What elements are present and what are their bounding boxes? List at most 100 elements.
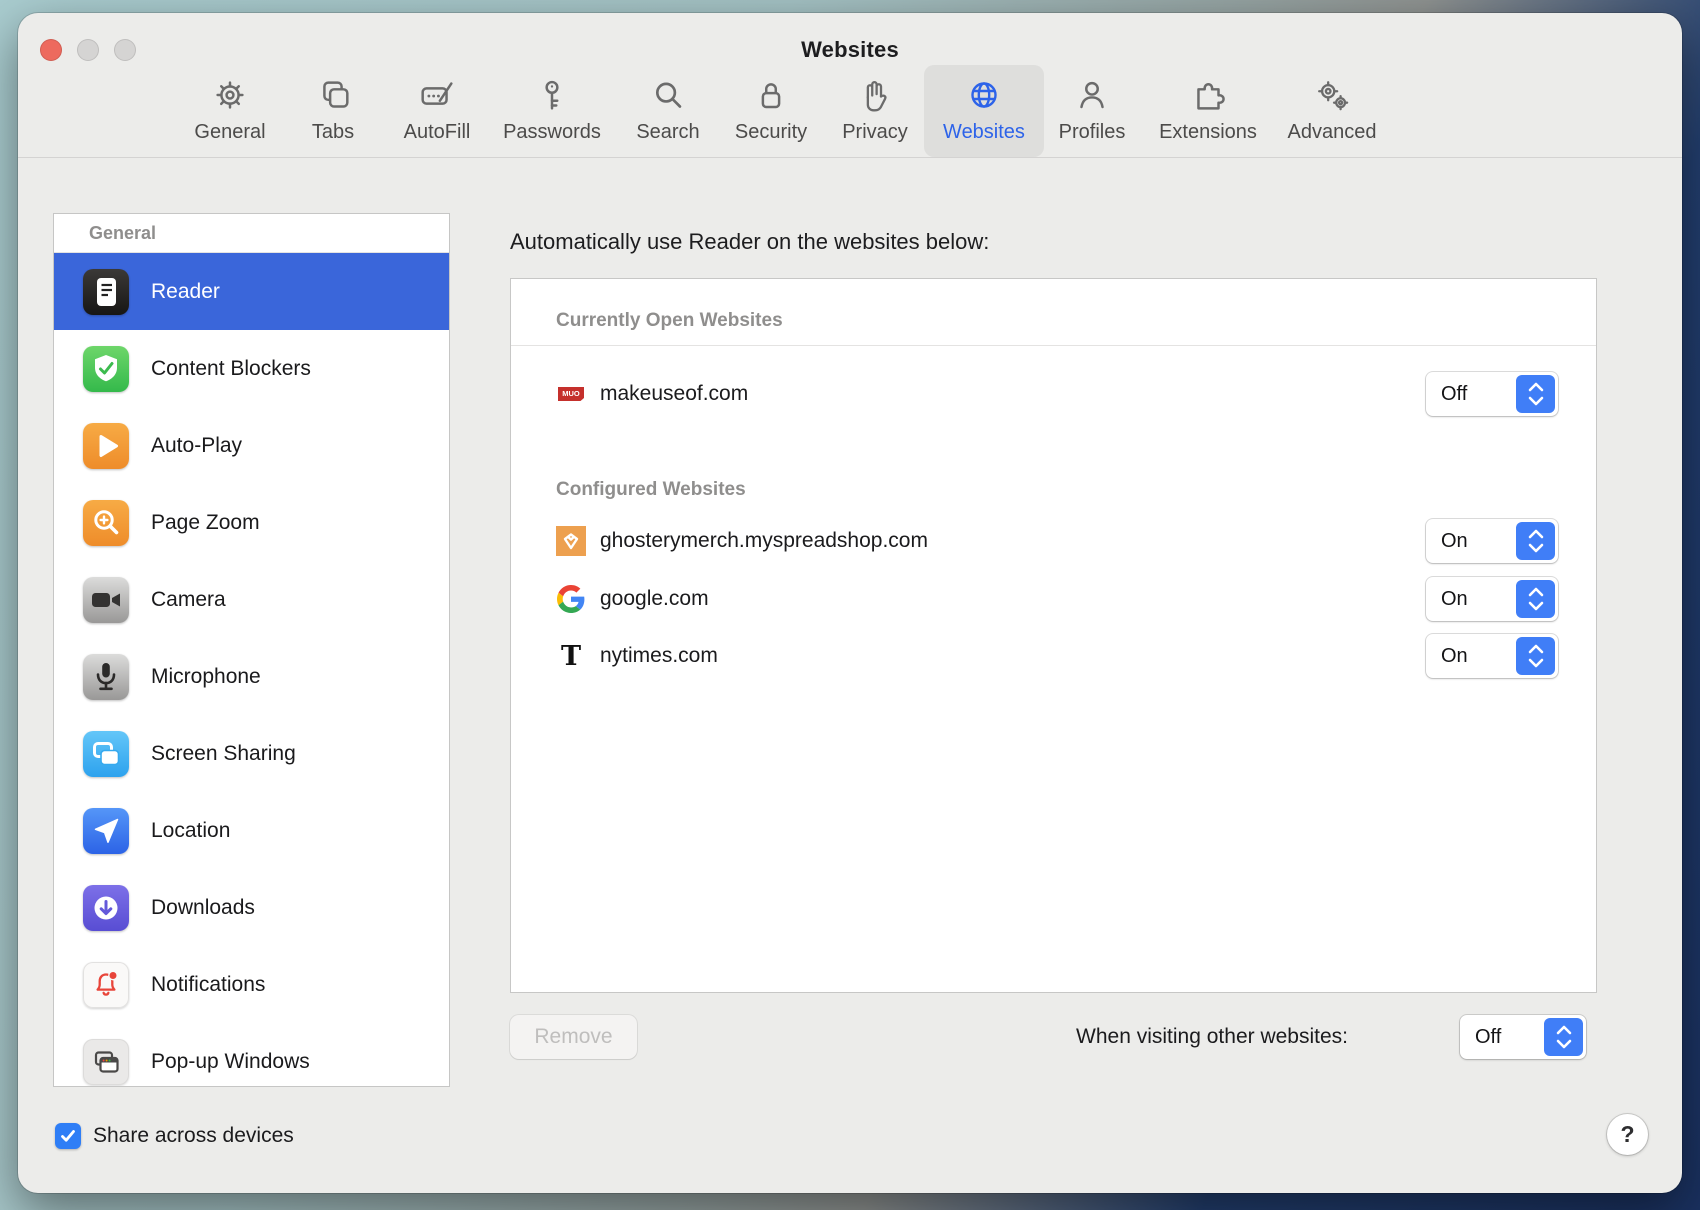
tab-extensions[interactable]: Extensions [1148, 65, 1268, 157]
dropdown-value: On [1426, 588, 1468, 611]
sidebar-item-reader[interactable]: Reader [54, 253, 449, 330]
tab-advanced[interactable]: Advanced [1272, 65, 1392, 157]
site-name: google.com [600, 587, 709, 611]
site-row-nytimes[interactable]: T nytimes.com [556, 641, 718, 671]
screen-sharing-icon [83, 731, 129, 777]
lock-icon [748, 73, 794, 119]
chevron-up-down-icon [1516, 522, 1555, 560]
gears-icon [1309, 73, 1355, 119]
reader-setting-ghosterymerch[interactable]: On [1426, 519, 1558, 563]
websites-list: Currently Open Websites MUO makeuseof.co… [510, 278, 1597, 993]
site-name: ghosterymerch.myspreadshop.com [600, 529, 928, 553]
sidebar-item-camera[interactable]: Camera [54, 561, 449, 638]
site-name: makeuseof.com [600, 382, 748, 406]
sidebar-section-header: General [54, 214, 449, 253]
dropdown-value: On [1426, 645, 1468, 668]
tab-tabs[interactable]: Tabs [273, 65, 393, 157]
downloads-icon [83, 885, 129, 931]
hand-icon [852, 73, 898, 119]
muo-favicon: MUO [556, 379, 586, 409]
sidebar-item-location[interactable]: Location [54, 792, 449, 869]
tab-passwords-label: Passwords [503, 121, 601, 144]
tab-privacy-label: Privacy [842, 121, 908, 144]
remove-button[interactable]: Remove [510, 1015, 637, 1059]
key-icon [529, 73, 575, 119]
tab-passwords[interactable]: Passwords [492, 65, 612, 157]
tab-security[interactable]: Security [711, 65, 831, 157]
dropdown-value: On [1426, 530, 1468, 553]
tab-websites-label: Websites [943, 121, 1025, 144]
tabs-icon [310, 73, 356, 119]
sidebar-item-pop-up-windows[interactable]: Pop-up Windows [54, 1023, 449, 1087]
checkbox-checked-icon[interactable] [55, 1123, 81, 1149]
sidebar-item-notifications[interactable]: Notifications [54, 946, 449, 1023]
globe-icon [961, 73, 1007, 119]
chevron-up-down-icon [1516, 580, 1555, 618]
sidebar-item-auto-play[interactable]: Auto-Play [54, 407, 449, 484]
sidebar-item-screen-sharing[interactable]: Screen Sharing [54, 715, 449, 792]
microphone-icon [83, 654, 129, 700]
site-name: nytimes.com [600, 644, 718, 668]
sidebar-item-label: Location [151, 819, 230, 843]
share-label: Share across devices [93, 1124, 294, 1148]
tab-general[interactable]: General [170, 65, 290, 157]
autofill-icon [414, 73, 460, 119]
sidebar-item-microphone[interactable]: Microphone [54, 638, 449, 715]
chevron-up-down-icon [1516, 375, 1555, 413]
gear-icon [207, 73, 253, 119]
share-across-devices[interactable]: Share across devices [55, 1123, 294, 1149]
page-title: Automatically use Reader on the websites… [510, 229, 989, 255]
sidebar-item-label: Auto-Play [151, 434, 242, 458]
sidebar-item-label: Reader [151, 280, 220, 304]
tab-search-label: Search [636, 121, 699, 144]
tab-security-label: Security [735, 121, 807, 144]
nytimes-favicon: T [556, 641, 586, 671]
site-row-ghosterymerch[interactable]: ghosterymerch.myspreadshop.com [556, 526, 928, 556]
tab-autofill-label: AutoFill [404, 121, 471, 144]
tab-search[interactable]: Search [608, 65, 728, 157]
reader-setting-google[interactable]: On [1426, 577, 1558, 621]
puzzle-icon [1185, 73, 1231, 119]
sidebar-item-label: Pop-up Windows [151, 1050, 310, 1074]
toolbar-divider [18, 157, 1682, 158]
section-header-configured: Configured Websites [556, 479, 746, 501]
sidebar-item-label: Camera [151, 588, 226, 612]
spreadshop-favicon [556, 526, 586, 556]
help-button[interactable]: ? [1607, 1114, 1648, 1155]
sidebar-item-label: Screen Sharing [151, 742, 296, 766]
tab-profiles-label: Profiles [1059, 121, 1126, 144]
tab-autofill[interactable]: AutoFill [377, 65, 497, 157]
tab-advanced-label: Advanced [1288, 121, 1377, 144]
sidebar-item-label: Content Blockers [151, 357, 311, 381]
location-icon [83, 808, 129, 854]
sidebar-item-label: Downloads [151, 896, 255, 920]
dropdown-value: Off [1426, 383, 1467, 406]
sidebar-item-label: Page Zoom [151, 511, 260, 535]
svg-text:MUO: MUO [562, 389, 580, 398]
tab-general-label: General [194, 121, 265, 144]
reader-setting-nytimes[interactable]: On [1426, 634, 1558, 678]
sidebar-item-label: Microphone [151, 665, 261, 689]
sidebar-item-downloads[interactable]: Downloads [54, 869, 449, 946]
section-divider [511, 345, 1596, 346]
sidebar-item-page-zoom[interactable]: Page Zoom [54, 484, 449, 561]
reader-setting-makeuseof[interactable]: Off [1426, 372, 1558, 416]
site-row-makeuseof[interactable]: MUO makeuseof.com [556, 379, 748, 409]
reader-icon [83, 269, 129, 315]
when-visiting-setting[interactable]: Off [1460, 1015, 1586, 1059]
tab-profiles[interactable]: Profiles [1032, 65, 1152, 157]
section-header-currently-open: Currently Open Websites [556, 310, 783, 332]
tab-privacy[interactable]: Privacy [815, 65, 935, 157]
dropdown-value: Off [1460, 1026, 1501, 1049]
auto-play-icon [83, 423, 129, 469]
tab-extensions-label: Extensions [1159, 121, 1257, 144]
tab-websites[interactable]: Websites [924, 65, 1044, 157]
pop-up-windows-icon [83, 1039, 129, 1085]
page-zoom-icon [83, 500, 129, 546]
preferences-window: Websites General Tabs AutoFill [18, 13, 1682, 1193]
camera-icon [83, 577, 129, 623]
window-title: Websites [18, 37, 1682, 63]
site-row-google[interactable]: google.com [556, 584, 709, 614]
sidebar-item-content-blockers[interactable]: Content Blockers [54, 330, 449, 407]
notifications-icon [83, 962, 129, 1008]
